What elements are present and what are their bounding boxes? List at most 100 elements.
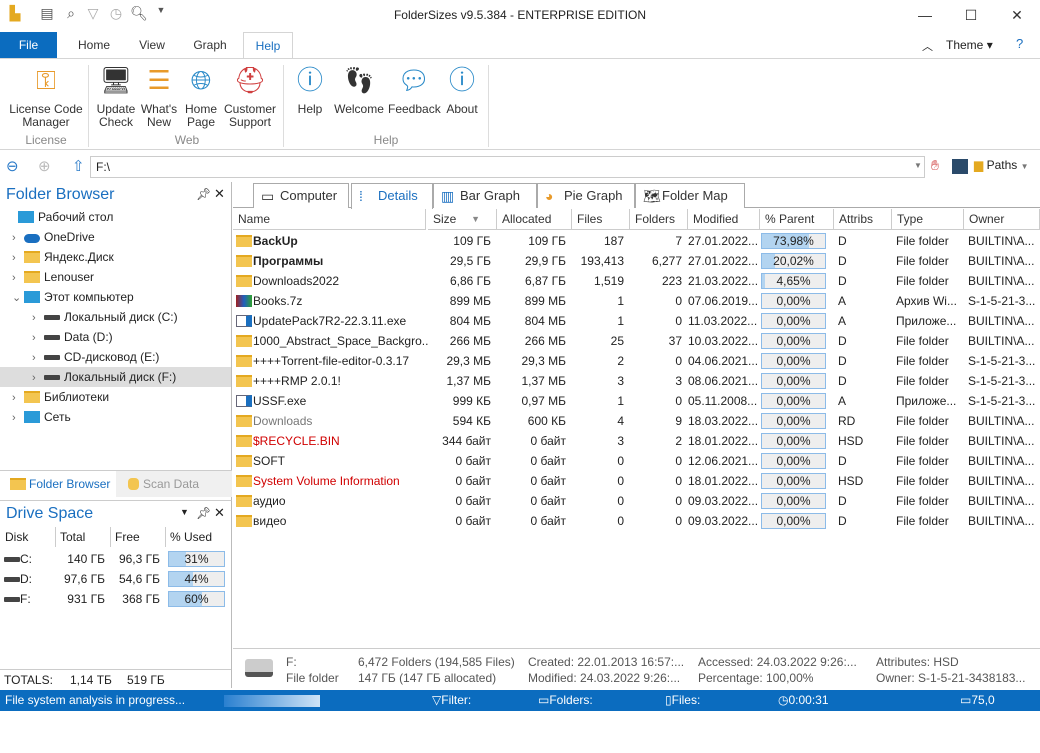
table-row[interactable]: ++++RMP 2.0.1! 1,37 МБ 1,37 МБ 3 3 08.06.2021…	[233, 371, 1040, 391]
theme-menu[interactable]: Theme ▾	[946, 38, 993, 52]
address-input[interactable]: F:\	[90, 156, 925, 178]
table-row[interactable]: SOFT 0 байт 0 байт 0 0 12.06.2021... 0,00% D Fil…	[233, 451, 1040, 471]
tree-item[interactable]: › CD-дисковод (E:)	[0, 347, 231, 367]
tree-item[interactable]: › Lenouser	[0, 267, 231, 287]
forward-icon[interactable]: ⊕	[38, 157, 51, 175]
address-dropdown-icon[interactable]: ▼	[914, 161, 922, 170]
home-page-button[interactable]: 🌐︎ Home Page	[181, 63, 221, 129]
close-panel-icon[interactable]: ✕	[214, 186, 225, 202]
col-total[interactable]: Total	[55, 527, 85, 547]
col-modified[interactable]: Modified	[688, 209, 760, 230]
chevron-right-icon[interactable]: ›	[32, 308, 44, 328]
tree-item[interactable]: › Библиотеки	[0, 387, 231, 407]
table-row[interactable]: аудио 0 байт 0 байт 0 0 09.03.2022... 0,00% D Fi…	[233, 491, 1040, 511]
tab-bar-graph[interactable]: ▥ Bar Graph	[433, 183, 537, 208]
license-code-manager-button[interactable]: ⚿ License Code Manager	[8, 63, 84, 129]
minimize-button[interactable]: —	[902, 0, 948, 30]
tab-graph[interactable]: Graph	[184, 32, 236, 58]
pin-icon[interactable]: 📌︎	[196, 187, 211, 201]
tree-item[interactable]: › Локальный диск (F:)	[0, 367, 231, 387]
filter-label: Filter: Disabled	[441, 693, 488, 728]
table-row[interactable]: System Volume Information 0 байт 0 байт 0 0 1…	[233, 471, 1040, 491]
table-row[interactable]: Программы 29,5 ГБ 29,9 ГБ 193,413 6,277 27.01…	[233, 251, 1040, 271]
col-free[interactable]: Free	[110, 527, 140, 547]
tab-folder-map[interactable]: 🗺︎ Folder Map	[635, 183, 745, 208]
chevron-right-icon[interactable]: ›	[12, 408, 24, 428]
sort-desc-icon[interactable]: ▼	[471, 209, 480, 230]
tab-pie-graph[interactable]: ◕ Pie Graph	[537, 183, 635, 208]
chevron-right-icon[interactable]: ›	[32, 348, 44, 368]
tab-view[interactable]: View	[130, 32, 174, 58]
about-button[interactable]: ⓘ About	[444, 63, 480, 116]
tree-item[interactable]: › Яндекс.Диск	[0, 247, 231, 267]
tab-file[interactable]: File	[0, 32, 57, 58]
drive-row[interactable]: F: 931 ГБ 368 ГБ 60%	[0, 589, 231, 609]
col-type[interactable]: Type	[892, 209, 964, 230]
col-used[interactable]: % Used	[165, 527, 212, 547]
chevron-right-icon[interactable]: ›	[12, 268, 24, 288]
drive-row[interactable]: C: 140 ГБ 96,3 ГБ 31%	[0, 549, 231, 569]
table-row[interactable]: $RECYCLE.BIN 344 байт 0 байт 3 2 18.01.2022..…	[233, 431, 1040, 451]
back-icon[interactable]: ⊖	[6, 157, 19, 175]
tree-item[interactable]: Рабочий стол	[0, 207, 231, 227]
pin-icon[interactable]: 📌︎	[196, 506, 211, 520]
col-folders[interactable]: Folders	[630, 209, 688, 230]
chevron-right-icon[interactable]: ›	[12, 388, 24, 408]
chevron-right-icon[interactable]: ›	[12, 228, 24, 248]
table-row[interactable]: видео 0 байт 0 байт 0 0 09.03.2022... 0,00% D Fi…	[233, 511, 1040, 531]
col-size[interactable]: Size ▼	[428, 209, 497, 230]
tab-folder-browser[interactable]: Folder Browser	[0, 471, 116, 498]
tab-scan-data[interactable]: Scan Data	[118, 471, 206, 498]
drive-icon	[44, 375, 60, 380]
close-button[interactable]: ✕	[994, 0, 1040, 30]
panel-menu-icon[interactable]: ▼	[180, 507, 189, 517]
table-row[interactable]: 1000_Abstract_Space_Backgro... 266 МБ 266 …	[233, 331, 1040, 351]
tab-home[interactable]: Home	[68, 32, 120, 58]
up-icon[interactable]: ⇧	[72, 157, 85, 175]
tree-item[interactable]: › Сеть	[0, 407, 231, 427]
table-row[interactable]: Downloads 594 КБ 600 КБ 4 9 18.03.2022... 0,00…	[233, 411, 1040, 431]
filter-status[interactable]: ▽ Filter: Disabled	[432, 690, 488, 728]
help-button[interactable]: ⓘ Help	[292, 63, 328, 116]
maximize-button[interactable]: ☐	[948, 0, 994, 30]
cell-name: Программы	[253, 254, 324, 268]
col-allocated[interactable]: Allocated	[497, 209, 572, 230]
feedback-button[interactable]: 💬︎ Feedback	[388, 63, 441, 116]
paths-button[interactable]: ▆ Paths ▼	[974, 158, 1029, 172]
percent-parent-bar: 0,00%	[761, 473, 826, 489]
drive-row[interactable]: D: 97,6 ГБ 54,6 ГБ 44%	[0, 569, 231, 589]
update-check-button[interactable]: 🖥︎ Update Check	[94, 63, 138, 129]
tree-item[interactable]: › Локальный диск (C:)	[0, 307, 231, 327]
col-files[interactable]: Files	[572, 209, 630, 230]
tree-item[interactable]: ⌄ Этот компьютер	[0, 287, 231, 307]
table-row[interactable]: Books.7z 899 МБ 899 МБ 1 0 07.06.2019... 0,00%…	[233, 291, 1040, 311]
chevron-right-icon[interactable]: ›	[12, 248, 24, 268]
stop-icon[interactable]: ✋︎	[931, 157, 939, 174]
console-icon[interactable]	[952, 159, 968, 174]
col-parent[interactable]: % Parent	[760, 209, 834, 230]
table-row[interactable]: BackUp 109 ГБ 109 ГБ 187 7 27.01.2022... 73,98…	[233, 231, 1040, 251]
help-icon[interactable]: ?	[1016, 36, 1023, 51]
col-disk[interactable]: Disk	[5, 527, 28, 547]
col-name[interactable]: Name	[233, 209, 426, 230]
tab-computer[interactable]: ▭ Computer	[253, 183, 349, 208]
col-owner[interactable]: Owner	[964, 209, 1040, 230]
tab-details[interactable]: ⁞ Details	[351, 183, 433, 209]
table-row[interactable]: USSF.exe 999 КБ 0,97 МБ 1 0 05.11.2008... 0,00…	[233, 391, 1040, 411]
col-attribs[interactable]: Attribs	[834, 209, 892, 230]
customer-support-button[interactable]: ⛑︎ Customer Support	[222, 63, 278, 129]
tree-item[interactable]: › OneDrive	[0, 227, 231, 247]
table-row[interactable]: UpdatePack7R2-22.3.11.exe 804 МБ 804 МБ 1 0 1…	[233, 311, 1040, 331]
tree-item[interactable]: › Data (D:)	[0, 327, 231, 347]
whats-new-button[interactable]: ☰ What's New	[139, 63, 179, 129]
table-row[interactable]: Downloads2022 6,86 ГБ 6,87 ГБ 1,519 223 21.03…	[233, 271, 1040, 291]
chevron-right-icon[interactable]: ›	[32, 368, 44, 388]
chevron-down-icon[interactable]: ⌄	[12, 288, 24, 308]
chevron-right-icon[interactable]: ›	[32, 328, 44, 348]
table-row[interactable]: ++++Torrent-file-editor-0.3.17 29,3 МБ 29,…	[233, 351, 1040, 371]
help-circle-icon: ⓘ	[296, 65, 323, 95]
tab-help[interactable]: Help	[243, 32, 293, 59]
welcome-button[interactable]: 👣︎ Welcome	[333, 63, 385, 116]
close-panel-icon[interactable]: ✕	[214, 505, 225, 521]
collapse-ribbon-icon[interactable]: ︿	[922, 38, 933, 54]
